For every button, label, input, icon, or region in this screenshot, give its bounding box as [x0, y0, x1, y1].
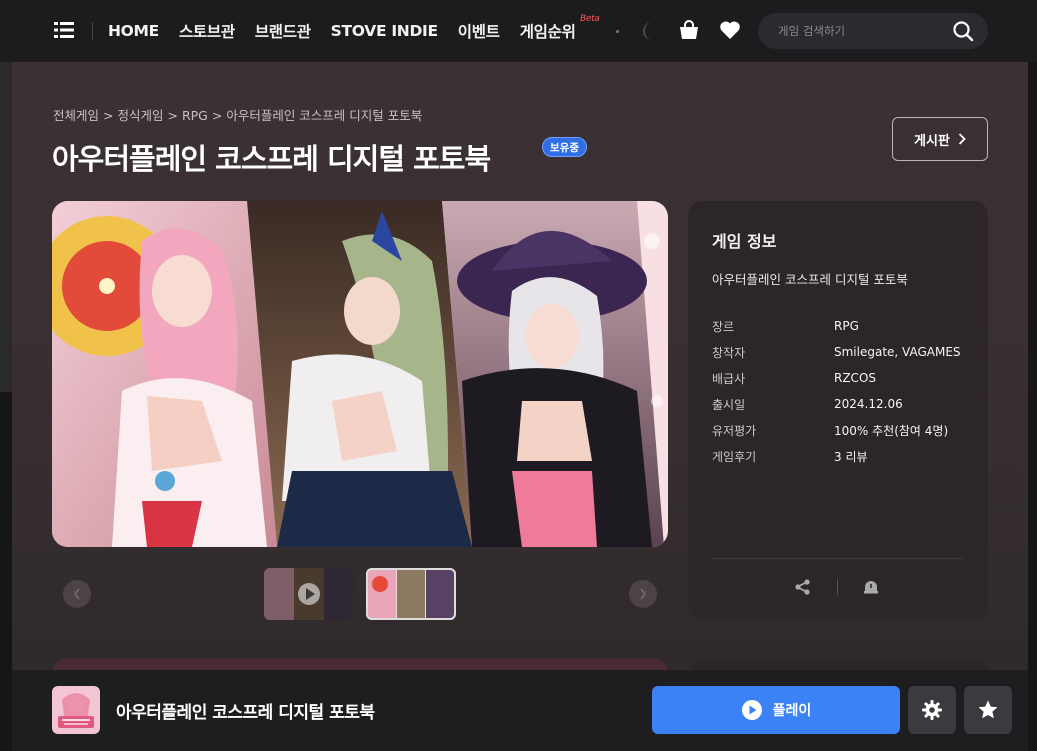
breadcrumb-rpg[interactable]: RPG: [182, 108, 208, 123]
breadcrumb: 전체게임 > 정식게임 > RPG > 아우터플레인 코스프레 디지털 포토북: [53, 105, 422, 124]
breadcrumb-separator: >: [103, 108, 114, 123]
cosplay-photo-collage: [52, 201, 668, 547]
nav-item-ranking-label: 게임순위: [519, 23, 576, 41]
board-button-label: 게시판: [914, 133, 950, 149]
playbar-game-title: 아우터플레인 코스프레 디지털 포토북: [116, 703, 375, 723]
nav-item-stove-indie[interactable]: STOVE INDIE: [331, 22, 438, 40]
info-value: 100% 추천(참여 4명): [834, 423, 949, 438]
gallery-prev-button[interactable]: [63, 580, 91, 608]
favorite-button[interactable]: [964, 686, 1012, 734]
info-key: 유저평가: [712, 423, 757, 438]
info-divider: [712, 558, 964, 559]
nav-item-ranking[interactable]: 게임순위 Beta: [519, 14, 600, 42]
share-icon[interactable]: [794, 578, 812, 596]
info-key: 장르: [712, 319, 735, 334]
star-icon: [978, 700, 998, 719]
search-icon[interactable]: [952, 20, 974, 42]
gallery-thumbnail-video[interactable]: [264, 568, 354, 620]
info-value: 3 리뷰: [834, 449, 868, 464]
info-row-reviews[interactable]: 게임후기 3 리뷰: [712, 443, 972, 469]
info-heading: 게임 정보: [712, 232, 777, 251]
gear-icon: [922, 700, 942, 720]
background-window-edge: [0, 62, 12, 392]
game-hero: 전체게임 > 정식게임 > RPG > 아우터플레인 코스프레 디지털 포토북 …: [12, 62, 1028, 672]
nav-item-home[interactable]: HOME: [108, 22, 159, 40]
heart-icon[interactable]: [719, 20, 741, 40]
info-value: Smilegate, VAGAMES: [834, 345, 961, 359]
chevron-left-icon: [73, 588, 80, 600]
shopping-bag-icon[interactable]: [678, 19, 700, 41]
info-key: 게임후기: [712, 449, 757, 464]
play-button-label: 플레이: [772, 703, 812, 719]
breadcrumb-separator: >: [167, 108, 178, 123]
nav-item-brand[interactable]: 브랜드관: [255, 20, 311, 42]
nav-item-event[interactable]: 이벤트: [458, 20, 500, 42]
bottom-play-bar: 아우터플레인 코스프레 디지털 포토북 플레이: [12, 670, 1028, 751]
nav-menu: HOME 스토브관 브랜드관 STOVE INDIE 이벤트 게임순위 Beta: [108, 0, 600, 62]
game-thumbnail: [52, 686, 100, 734]
info-value: 2024.12.06: [834, 397, 903, 411]
gallery-thumbnail-image[interactable]: [366, 568, 456, 620]
report-icon[interactable]: [862, 578, 880, 596]
breadcrumb-current: 아우터플레인 코스프레 디지털 포토북: [226, 108, 423, 123]
beta-badge: Beta: [579, 14, 600, 24]
game-info-panel: 게임 정보 아우터플레인 코스프레 디지털 포토북 장르 RPG 창작자 Smi…: [688, 201, 988, 620]
action-divider: [837, 579, 838, 595]
breadcrumb-separator: >: [211, 108, 223, 123]
settings-button[interactable]: [908, 686, 956, 734]
search-box: [758, 13, 988, 49]
owned-badge: 보유중: [542, 137, 587, 157]
info-key: 출시일: [712, 397, 746, 412]
search-input[interactable]: [778, 24, 938, 38]
board-button[interactable]: 게시판: [892, 117, 988, 161]
game-thumbnail-image: [52, 686, 100, 734]
info-value: RZCOS: [834, 371, 876, 385]
menu-icon[interactable]: [54, 21, 74, 39]
chevron-right-icon: [958, 133, 966, 145]
info-row-user-rating: 유저평가 100% 추천(참여 4명): [712, 417, 972, 443]
info-key: 배급사: [712, 371, 746, 386]
info-row-genre: 장르 RPG: [712, 313, 972, 339]
info-row-release-date: 출시일 2024.12.06: [712, 391, 972, 417]
video-thumbnail-image: [264, 568, 354, 620]
info-row-publisher: 배급사 RZCOS: [712, 365, 972, 391]
info-table: 장르 RPG 창작자 Smilegate, VAGAMES 배급사 RZCOS …: [712, 313, 972, 469]
moon-icon[interactable]: [639, 20, 657, 42]
info-game-name: 아우터플레인 코스프레 디지털 포토북: [712, 272, 908, 287]
chevron-right-icon: [640, 588, 647, 600]
page-title: 아우터플레인 코스프레 디지털 포토북: [52, 142, 491, 176]
image-thumbnail: [366, 568, 456, 620]
top-nav: HOME 스토브관 브랜드관 STOVE INDIE 이벤트 게임순위 Beta: [0, 0, 1037, 62]
breadcrumb-all-games[interactable]: 전체게임: [53, 108, 99, 123]
nav-dot: [616, 30, 619, 33]
play-icon: [741, 700, 762, 720]
info-value: RPG: [834, 319, 859, 333]
nav-divider: [92, 22, 93, 40]
breadcrumb-official-games[interactable]: 정식게임: [117, 108, 163, 123]
nav-item-stove[interactable]: 스토브관: [179, 20, 235, 42]
info-row-creator: 창작자 Smilegate, VAGAMES: [712, 339, 972, 365]
play-button[interactable]: 플레이: [652, 686, 900, 734]
gallery-next-button[interactable]: [629, 580, 657, 608]
info-key: 창작자: [712, 345, 746, 360]
main-screenshot[interactable]: [52, 201, 668, 547]
